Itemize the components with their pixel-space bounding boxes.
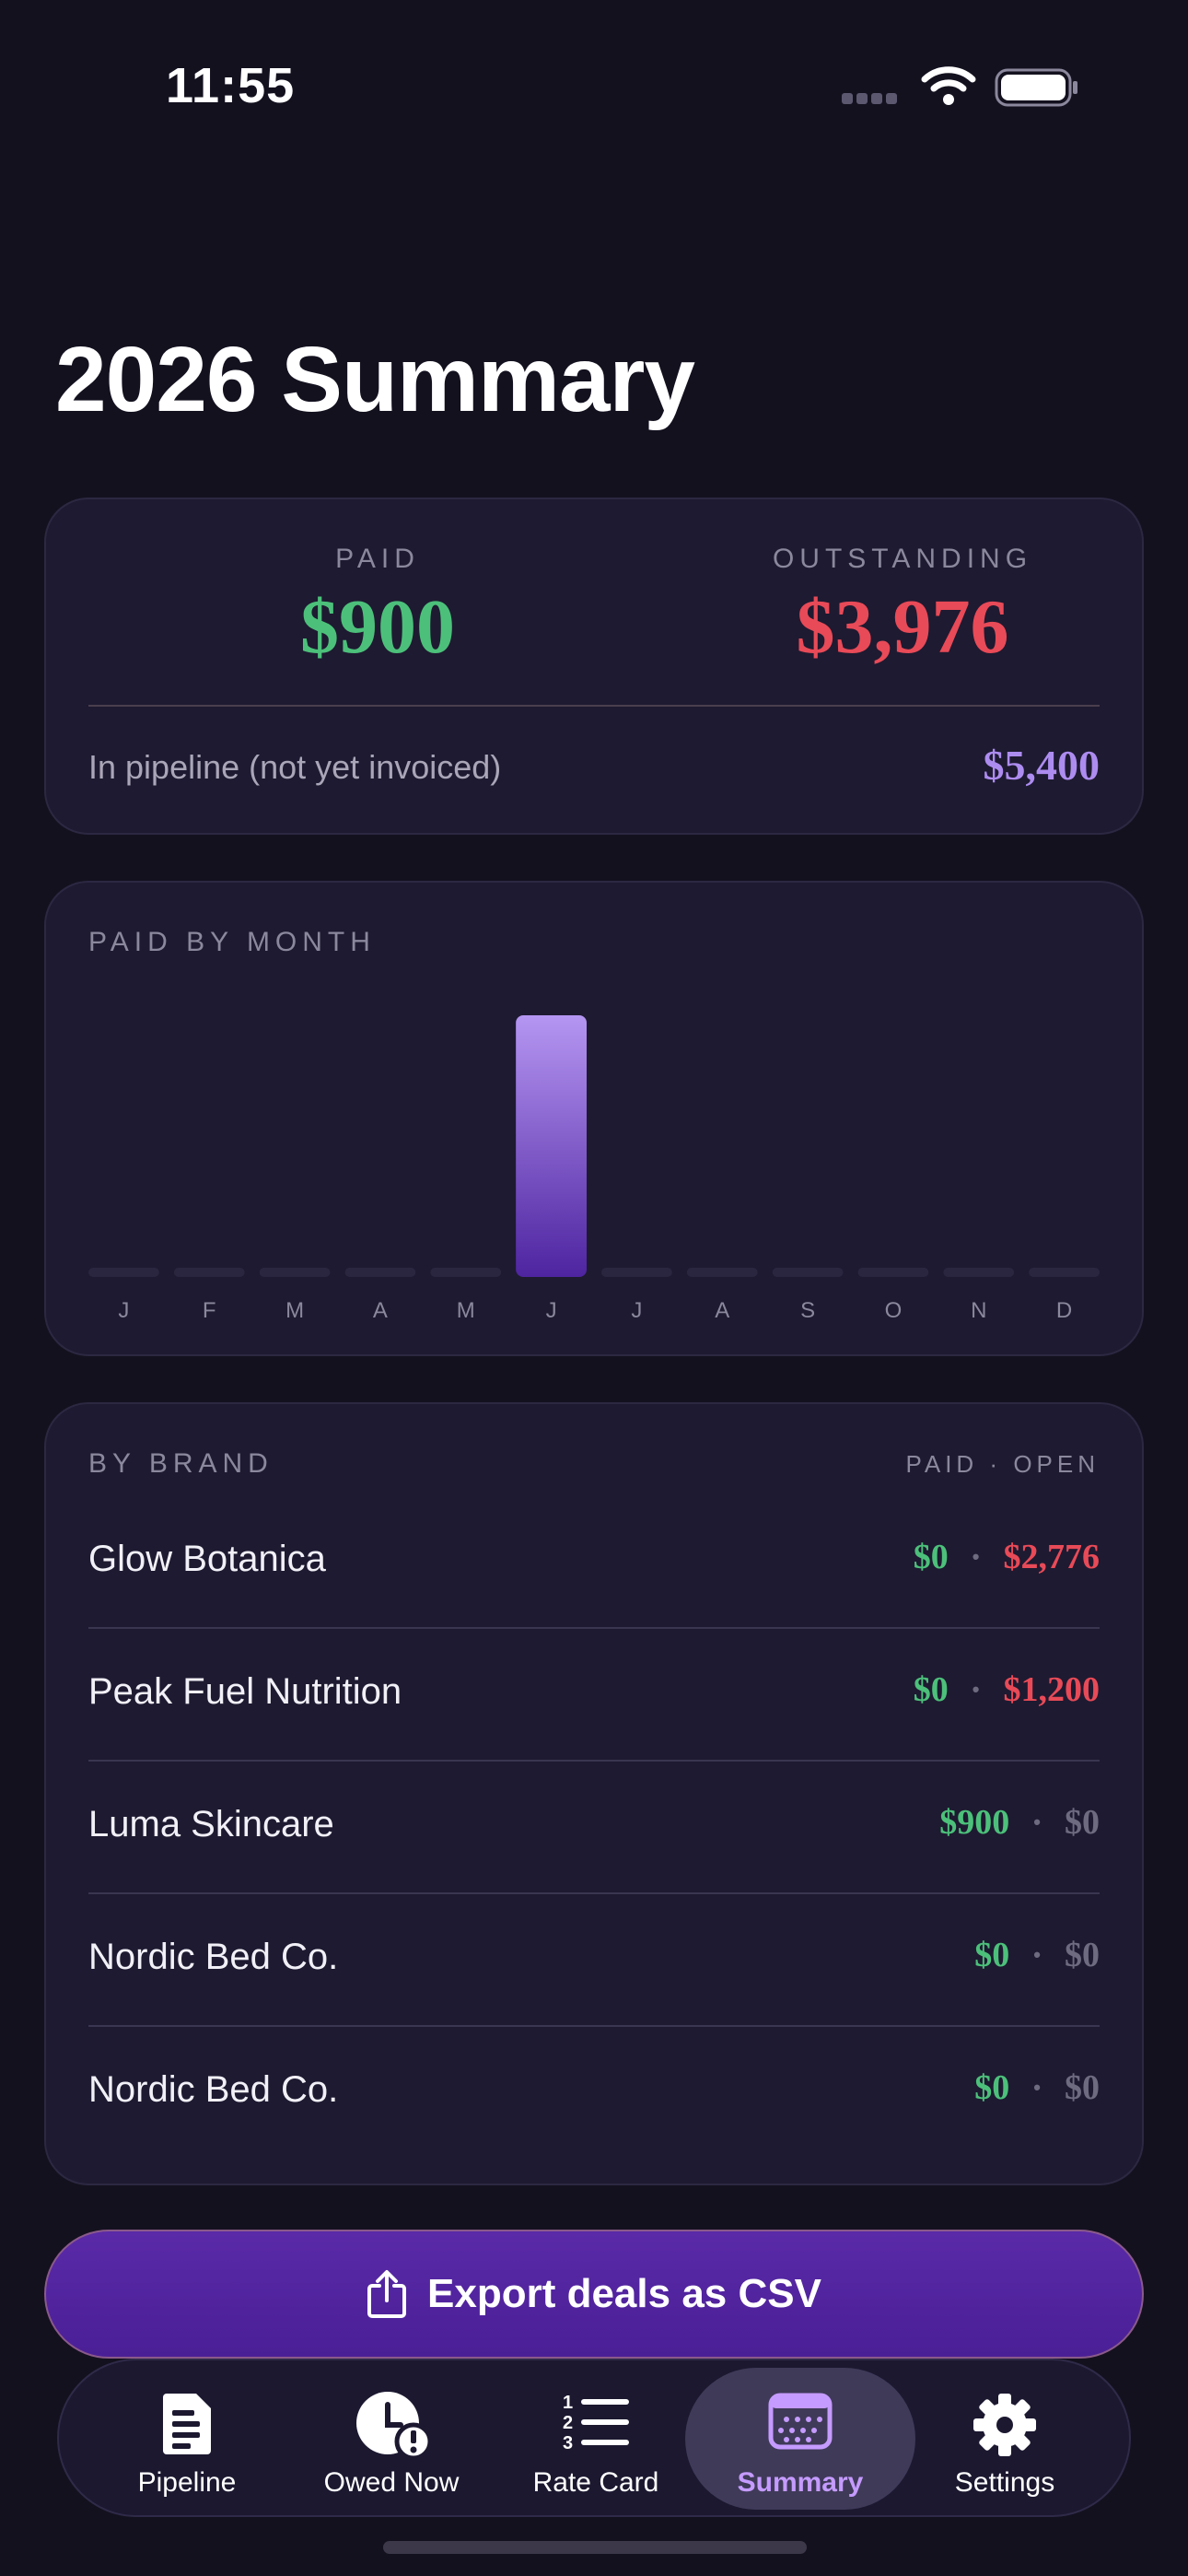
pipeline-amount: $5,400 bbox=[983, 742, 1101, 789]
totals-card: PAID $900 OUTSTANDING $3,976 In pipeline… bbox=[44, 498, 1144, 835]
brand-values: $0 • $0 bbox=[974, 1935, 1100, 1975]
brand-row[interactable]: Luma Skincare $900 • $0 bbox=[88, 1762, 1100, 1894]
document-icon bbox=[163, 2394, 211, 2454]
brand-name: Nordic Bed Co. bbox=[88, 2069, 339, 2110]
paid-summary: PAID $900 bbox=[147, 544, 608, 672]
svg-text:2: 2 bbox=[563, 2413, 573, 2433]
brand-open-amount: $0 bbox=[1065, 1803, 1100, 1842]
tab-bar: Pipeline Owed Now 1 2 3 Rate Card Summar… bbox=[57, 2359, 1131, 2517]
svg-text:3: 3 bbox=[563, 2433, 573, 2451]
brand-row[interactable]: Peak Fuel Nutrition $0 • $1,200 bbox=[88, 1629, 1100, 1762]
month-tick-label: J bbox=[546, 1298, 557, 1323]
month-tick-label: N bbox=[971, 1298, 986, 1323]
brand-paid-amount: $900 bbox=[939, 1803, 1010, 1842]
month-bar bbox=[1029, 1268, 1100, 1277]
separator-dot: • bbox=[1033, 2076, 1041, 2099]
brand-name: Luma Skincare bbox=[88, 1804, 334, 1844]
by-brand-columns-label: PAID · OPEN bbox=[905, 1450, 1100, 1478]
brand-open-amount: $0 bbox=[1065, 2068, 1100, 2107]
tab-label: Pipeline bbox=[137, 2467, 237, 2498]
separator-dot: • bbox=[1033, 1943, 1041, 1966]
brand-row[interactable]: Nordic Bed Co. $0 • $0 bbox=[88, 2027, 1100, 2160]
month-bar bbox=[173, 1268, 245, 1277]
svg-text:1: 1 bbox=[563, 2393, 573, 2413]
tab-owed-now[interactable]: Owed Now bbox=[276, 2368, 507, 2510]
tab-label: Owed Now bbox=[323, 2467, 460, 2498]
month-bar bbox=[516, 1015, 587, 1277]
month-bar bbox=[772, 1268, 844, 1277]
brand-values: $0 • $1,200 bbox=[914, 1669, 1100, 1710]
by-brand-title: BY BRAND bbox=[88, 1448, 274, 1479]
brand-values: $0 • $2,776 bbox=[914, 1537, 1100, 1577]
paid-label: PAID bbox=[335, 544, 420, 574]
outstanding-summary: OUTSTANDING $3,976 bbox=[672, 544, 1133, 672]
home-indicator bbox=[383, 2541, 807, 2554]
battery-icon bbox=[995, 68, 1077, 107]
month-tick-label: O bbox=[885, 1298, 903, 1323]
month-bar bbox=[259, 1268, 331, 1277]
brand-paid-amount: $0 bbox=[974, 2068, 1010, 2107]
brand-paid-amount: $0 bbox=[913, 1670, 949, 1709]
month-tick-label: J bbox=[118, 1298, 129, 1323]
month-tick-label: D bbox=[1056, 1298, 1072, 1323]
month-tick-label: A bbox=[715, 1298, 729, 1323]
brand-values: $0 • $0 bbox=[974, 2067, 1100, 2108]
month-bar bbox=[686, 1268, 758, 1277]
month-bar bbox=[344, 1268, 416, 1277]
brand-open-amount: $2,776 bbox=[1003, 1538, 1101, 1576]
month-tick-label: A bbox=[373, 1298, 388, 1323]
paid-by-month-chart: JFMAMJJASOND bbox=[88, 1015, 1100, 1323]
brand-name: Peak Fuel Nutrition bbox=[88, 1671, 402, 1712]
separator-dot: • bbox=[1033, 1810, 1041, 1833]
brand-paid-amount: $0 bbox=[913, 1538, 949, 1576]
pipeline-label: In pipeline (not yet invoiced) bbox=[88, 748, 502, 786]
status-bar: 11:55 bbox=[0, 0, 1188, 175]
month-tick-label: S bbox=[800, 1298, 815, 1323]
divider bbox=[88, 705, 1100, 707]
separator-dot: • bbox=[972, 1545, 980, 1568]
brand-values: $900 • $0 bbox=[939, 1802, 1100, 1843]
month-tick-label: M bbox=[285, 1298, 304, 1323]
tab-label: Rate Card bbox=[532, 2467, 659, 2498]
month-bar bbox=[88, 1268, 159, 1277]
brand-row[interactable]: Nordic Bed Co. $0 • $0 bbox=[88, 1894, 1100, 2027]
tab-pipeline[interactable]: Pipeline bbox=[72, 2368, 302, 2510]
export-csv-button[interactable]: Export deals as CSV bbox=[44, 2230, 1144, 2359]
cellular-signal-icon bbox=[842, 92, 901, 109]
brand-open-amount: $1,200 bbox=[1003, 1670, 1101, 1709]
month-bar bbox=[430, 1268, 502, 1277]
clock-alert-icon bbox=[356, 2392, 430, 2458]
outstanding-label: OUTSTANDING bbox=[772, 544, 1033, 574]
by-brand-card: BY BRAND PAID · OPEN Glow Botanica $0 • $2,… bbox=[44, 1402, 1144, 2185]
status-time: 11:55 bbox=[166, 58, 296, 113]
wifi-icon bbox=[921, 66, 976, 105]
tab-label: Settings bbox=[954, 2467, 1055, 2498]
calendar-icon bbox=[768, 2393, 833, 2450]
page-title: 2026 Summary bbox=[55, 328, 695, 431]
tab-settings[interactable]: Settings bbox=[890, 2368, 1120, 2510]
month-bar bbox=[943, 1268, 1015, 1277]
tab-label: Summary bbox=[737, 2467, 864, 2498]
brand-row[interactable]: Glow Botanica $0 • $2,776 bbox=[88, 1496, 1100, 1629]
month-bar bbox=[857, 1268, 929, 1277]
month-tick-label: F bbox=[203, 1298, 216, 1323]
paid-amount: $900 bbox=[300, 584, 455, 670]
outstanding-amount: $3,976 bbox=[796, 584, 1009, 670]
brand-name: Nordic Bed Co. bbox=[88, 1937, 339, 1977]
tab-rate-card[interactable]: 1 2 3 Rate Card bbox=[481, 2368, 711, 2510]
month-bar bbox=[601, 1268, 672, 1277]
separator-dot: • bbox=[972, 1678, 980, 1701]
share-icon bbox=[367, 2270, 407, 2318]
gear-icon bbox=[973, 2394, 1036, 2456]
month-tick-label: J bbox=[631, 1298, 642, 1323]
export-label: Export deals as CSV bbox=[427, 2271, 821, 2316]
brand-paid-amount: $0 bbox=[974, 1936, 1010, 1974]
brand-name: Glow Botanica bbox=[88, 1539, 326, 1579]
month-tick-label: M bbox=[457, 1298, 475, 1323]
numbered-list-icon: 1 2 3 bbox=[563, 2393, 629, 2451]
brand-open-amount: $0 bbox=[1065, 1936, 1100, 1974]
tab-summary[interactable]: Summary bbox=[685, 2368, 915, 2510]
paid-by-month-card: PAID BY MONTH JFMAMJJASOND bbox=[44, 881, 1144, 1356]
